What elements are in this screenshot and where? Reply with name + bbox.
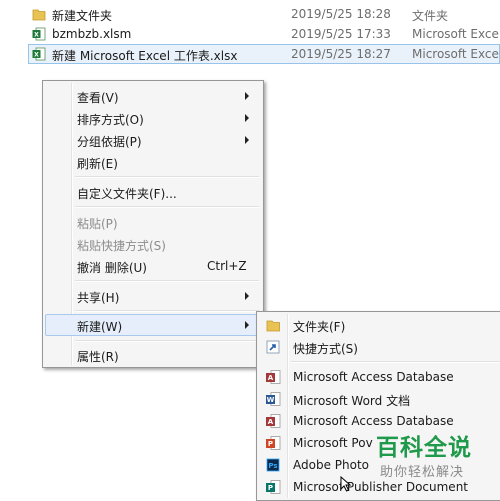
submenu-item-label: 快捷方式(S) — [293, 342, 358, 356]
menu-item-label: 查看(V) — [77, 91, 119, 105]
access-icon: A — [266, 414, 281, 428]
submenu-item-label: Microsoft Pov — [293, 436, 373, 450]
svg-text:P: P — [268, 440, 273, 448]
svg-text:W: W — [267, 396, 275, 404]
mouse-cursor-icon — [340, 476, 352, 492]
menu-separator — [75, 280, 259, 282]
publisher-icon: P — [266, 480, 281, 494]
menu-item-label: 撤消 删除(U) — [77, 261, 147, 275]
file-type: 文件夹 — [412, 9, 449, 23]
submenu-item-label: Microsoft Access Database — [293, 370, 454, 384]
file-date: 2019/5/25 17:33 — [291, 27, 391, 41]
file-name: bzmbzb.xlsm — [52, 27, 132, 41]
svg-text:X: X — [34, 52, 39, 59]
menu-item-label: 粘贴快捷方式(S) — [77, 239, 166, 253]
submenu-item-shortcut[interactable]: 快捷方式(S) — [259, 336, 500, 358]
menu-item-group[interactable]: 分组依据(P) — [45, 129, 261, 151]
svg-text:X: X — [34, 32, 39, 39]
menu-item-paste-shortcut[interactable]: 粘贴快捷方式(S) — [45, 233, 261, 255]
menu-item-label: 自定义文件夹(F)... — [77, 187, 177, 201]
menu-item-refresh[interactable]: 刷新(E) — [45, 151, 261, 173]
access-icon: A — [266, 370, 281, 384]
photoshop-icon: Ps — [266, 458, 280, 472]
menu-separator — [75, 206, 259, 208]
menu-item-properties[interactable]: 属性(R) — [45, 344, 261, 366]
submenu-arrow-icon — [245, 114, 249, 122]
menu-item-sort[interactable]: 排序方式(O) — [45, 107, 261, 129]
file-row-xlsx[interactable]: X 新建 Microsoft Excel 工作表.xlsx 2019/5/25 … — [28, 44, 500, 64]
file-type: Microsoft Exce — [412, 47, 499, 61]
file-row-folder[interactable]: 新建文件夹 2019/5/25 18:28 文件夹 — [28, 4, 500, 24]
submenu-arrow-icon — [245, 292, 249, 300]
menu-item-label: 排序方式(O) — [77, 113, 144, 127]
svg-text:Ps: Ps — [268, 462, 277, 470]
file-date: 2019/5/25 18:28 — [291, 7, 391, 21]
menu-item-shortcut: Ctrl+Z — [207, 259, 247, 273]
submenu-arrow-icon — [245, 92, 249, 100]
svg-text:P: P — [268, 484, 273, 492]
svg-text:A: A — [268, 418, 274, 426]
menu-item-label: 刷新(E) — [77, 157, 118, 171]
file-name: 新建 Microsoft Excel 工作表.xlsx — [52, 49, 238, 63]
folder-icon — [32, 9, 46, 21]
watermark-subtitle: 助你轻松解决 — [380, 465, 465, 480]
file-name: 新建文件夹 — [52, 9, 113, 23]
menu-item-paste[interactable]: 粘贴(P) — [45, 211, 261, 233]
file-row-xlsm[interactable]: X bzmbzb.xlsm 2019/5/25 17:33 Microsoft … — [28, 24, 500, 44]
menu-separator — [75, 176, 259, 178]
submenu-item-folder[interactable]: 文件夹(F) — [259, 314, 500, 336]
submenu-item-word-document[interactable]: W Microsoft Word 文档 — [259, 388, 500, 410]
submenu-item-label: Adobe Photo — [293, 458, 370, 472]
menu-item-new[interactable]: 新建(W) — [45, 314, 261, 336]
submenu-arrow-icon — [245, 321, 249, 329]
submenu-item-label: Microsoft Word 文档 — [293, 394, 411, 408]
folder-icon — [266, 320, 280, 332]
menu-separator — [75, 340, 259, 342]
watermark-title: 百科全说 — [376, 435, 472, 461]
menu-item-share[interactable]: 共享(H) — [45, 285, 261, 307]
menu-separator — [75, 310, 259, 312]
word-icon: W — [266, 392, 281, 406]
menu-separator — [291, 361, 500, 363]
menu-item-undo-delete[interactable]: 撤消 删除(U) Ctrl+Z — [45, 255, 261, 277]
submenu-arrow-icon — [245, 136, 249, 144]
file-type: Microsoft Exce — [412, 27, 499, 41]
menu-item-label: 新建(W) — [77, 320, 123, 334]
submenu-item-label: Microsoft Access Database — [293, 414, 454, 428]
shortcut-icon — [266, 340, 280, 354]
menu-item-label: 分组依据(P) — [77, 135, 142, 149]
menu-item-label: 共享(H) — [77, 291, 120, 305]
svg-text:A: A — [268, 374, 274, 382]
submenu-item-label: 文件夹(F) — [293, 320, 346, 334]
menu-item-view[interactable]: 查看(V) — [45, 85, 261, 107]
menu-item-label: 粘贴(P) — [77, 217, 118, 231]
submenu-item-access-database[interactable]: A Microsoft Access Database — [259, 366, 500, 388]
file-date: 2019/5/25 18:27 — [291, 47, 391, 61]
powerpoint-icon: P — [266, 436, 281, 450]
context-menu: 查看(V) 排序方式(O) 分组依据(P) 刷新(E) 自定义文件夹(F)...… — [42, 80, 264, 368]
excel-icon: X — [32, 47, 46, 61]
excel-icon: X — [32, 27, 46, 41]
menu-item-customize[interactable]: 自定义文件夹(F)... — [45, 181, 261, 203]
menu-item-label: 属性(R) — [77, 350, 119, 364]
